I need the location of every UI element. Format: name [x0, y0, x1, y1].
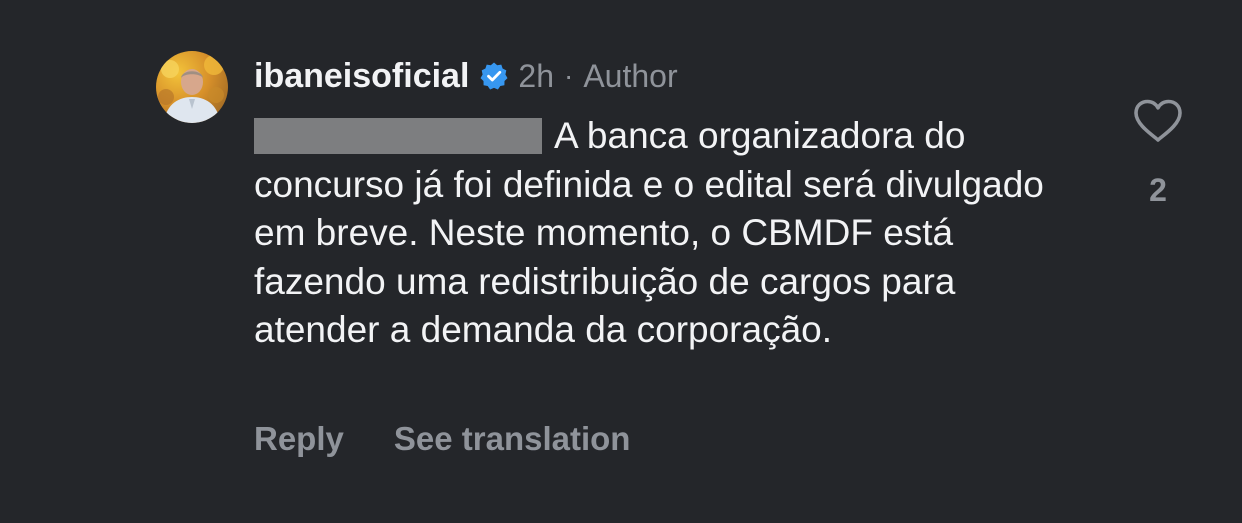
- reply-button[interactable]: Reply: [254, 420, 344, 458]
- timestamp: 2h: [518, 57, 554, 94]
- comment-header: ibaneisoficial 2h · Author: [254, 54, 678, 98]
- like-count: 2: [1149, 172, 1167, 208]
- author-label: Author: [583, 57, 678, 94]
- comment: ibaneisoficial 2h · Author A banca organ…: [0, 0, 1242, 523]
- username[interactable]: ibaneisoficial: [254, 57, 469, 96]
- comment-body: A banca organizadora do concurso já foi …: [254, 112, 1074, 355]
- comment-actions: Reply See translation: [254, 420, 630, 458]
- like-button[interactable]: [1132, 98, 1184, 144]
- see-translation-button[interactable]: See translation: [394, 420, 631, 458]
- profile-photo-icon: [158, 55, 224, 123]
- heart-icon: [1134, 99, 1182, 142]
- redacted-mention: [254, 118, 542, 154]
- verified-badge-icon: [479, 61, 509, 91]
- avatar[interactable]: [156, 51, 228, 123]
- meta-separator: ·: [564, 60, 574, 91]
